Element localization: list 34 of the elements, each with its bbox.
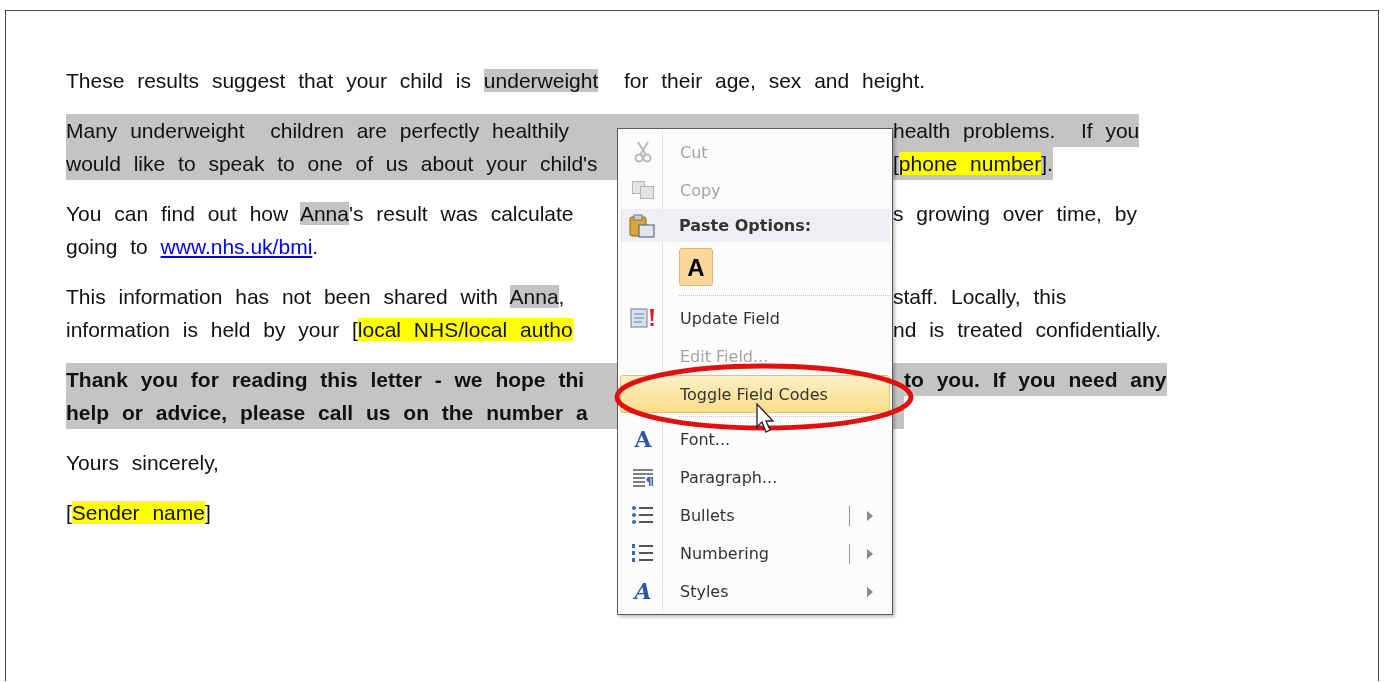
bullet-list-icon xyxy=(631,504,655,526)
paragraph-text: would like to speak to one of us about your child's xyxy=(66,151,598,177)
font-icon: A xyxy=(634,426,652,452)
paragraph-text: help or advice, please call us on the number a xyxy=(66,400,588,426)
menu-item[interactable]: A Styles xyxy=(620,572,890,610)
paragraph-text: Many underweight children are perfectly healthily xyxy=(66,118,570,144)
paragraph-text: health problems. If you xyxy=(893,118,1140,144)
clipboard-icon xyxy=(628,213,656,238)
styles-icon: A xyxy=(634,578,652,604)
paragraph-text: Thank you for reading this letter - we hope thi xyxy=(66,367,585,393)
paragraph-text: staff. Locally, this xyxy=(893,284,1067,310)
menu-item[interactable]: Toggle Field Codes xyxy=(620,375,890,413)
mouse-pointer-icon xyxy=(756,403,776,435)
paragraph-text: This information has not been shared with Anna, xyxy=(66,284,565,310)
paragraph-text: nd is treated confidentially. xyxy=(893,317,1162,343)
menu-item[interactable]: A Font... xyxy=(620,420,890,458)
paragraph-text: Yours sincerely, xyxy=(66,450,219,476)
numbered-list-icon xyxy=(631,542,655,564)
paragraph-text: You can find out how Anna's result was calculate xyxy=(66,201,574,227)
update-field-icon xyxy=(629,307,657,329)
paragraph-icon xyxy=(631,467,655,487)
copy-icon xyxy=(631,180,655,200)
menu-item[interactable]: Numbering xyxy=(620,534,890,572)
paragraph-text: s growing over time, by xyxy=(893,201,1137,227)
paragraph-text: These results suggest that your child is underweight for their age, sex and height. xyxy=(66,68,926,94)
paragraph-text: going to www.nhs.uk/bmi. xyxy=(66,234,319,260)
link[interactable]: www.nhs.uk/bmi xyxy=(160,235,313,258)
menu-item[interactable]: Update Field xyxy=(620,299,890,337)
paste-option-button[interactable]: A xyxy=(679,248,713,286)
menu-item[interactable]: Paragraph... xyxy=(620,458,890,496)
scissors-icon xyxy=(634,141,652,163)
menu-item[interactable]: Bullets xyxy=(620,496,890,534)
menu-section-header: Paste Options: xyxy=(679,216,812,235)
paragraph-text: to you. If you need any xyxy=(903,367,1167,393)
